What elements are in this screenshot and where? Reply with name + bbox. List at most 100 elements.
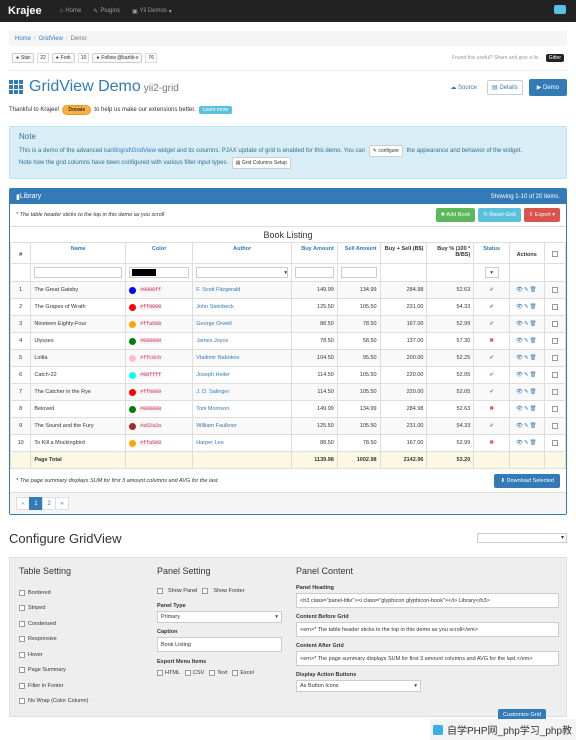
github-follow-button[interactable]: ● Follow @kartik-v <box>92 53 143 63</box>
brand-logo[interactable]: Krajee <box>8 5 42 17</box>
view-icon[interactable]: 👁 <box>516 423 524 429</box>
author-link[interactable]: George Orwell <box>196 321 231 327</box>
filter-status-select[interactable]: ▾ <box>484 267 499 278</box>
author-link[interactable]: John Steinbeck <box>196 304 234 310</box>
export-checkbox[interactable] <box>184 670 191 676</box>
delete-icon[interactable]: 🗑 <box>530 287 538 293</box>
view-icon[interactable]: 👁 <box>516 355 524 361</box>
author-link[interactable]: Vladimir Nabokov <box>196 355 239 361</box>
view-icon[interactable]: 👁 <box>516 287 524 293</box>
github-star-button[interactable]: ● Star <box>12 53 35 63</box>
page-next[interactable]: » <box>55 497 69 510</box>
row-checkbox[interactable] <box>551 422 558 429</box>
author-link[interactable]: Harper Lee <box>196 440 224 446</box>
delete-icon[interactable]: 🗑 <box>530 440 538 446</box>
breadcrumb-home[interactable]: Home <box>15 36 31 42</box>
view-icon[interactable]: 👁 <box>516 440 524 446</box>
gitter-button[interactable]: Gitter <box>545 54 564 62</box>
table-setting-option[interactable]: Hover <box>19 647 157 663</box>
show-footer-checkbox[interactable] <box>202 588 209 594</box>
row-checkbox[interactable] <box>551 303 558 310</box>
view-icon[interactable]: 👁 <box>516 338 524 344</box>
col-status[interactable]: Status <box>473 242 510 264</box>
col-author[interactable]: Author <box>192 242 293 264</box>
row-checkbox[interactable] <box>551 405 558 412</box>
page-prev[interactable]: « <box>16 497 30 510</box>
col-color[interactable]: Color <box>125 242 194 264</box>
filter-author-select[interactable]: ▾ <box>196 267 289 278</box>
select-all-checkbox[interactable] <box>551 251 558 258</box>
nav-plugins[interactable]: ✎ Plugins <box>93 8 120 15</box>
gridview-link[interactable]: kartik\grid\GridView <box>104 148 156 154</box>
view-icon[interactable]: 👁 <box>516 304 524 310</box>
add-book-button[interactable]: ✚ Add Book <box>435 208 476 222</box>
filter-sell-input[interactable] <box>340 267 377 278</box>
delete-icon[interactable]: 🗑 <box>530 372 538 378</box>
setting-checkbox[interactable] <box>19 667 25 674</box>
delete-icon[interactable]: 🗑 <box>530 423 538 429</box>
setting-checkbox[interactable] <box>19 589 25 596</box>
view-icon[interactable]: 👁 <box>516 406 524 412</box>
source-button[interactable]: ☁ Source <box>446 81 481 94</box>
chat-icon[interactable] <box>554 5 566 14</box>
export-option[interactable]: Excel <box>232 670 254 676</box>
configure-button[interactable]: ✎ configure <box>368 145 403 157</box>
author-link[interactable]: James Joyce <box>196 338 228 344</box>
grid-columns-setup-button[interactable]: ▤ Grid Columns Setup <box>231 157 291 169</box>
setting-checkbox[interactable] <box>19 651 25 658</box>
author-link[interactable]: J. D. Salinger <box>196 389 229 395</box>
row-checkbox[interactable] <box>551 439 558 446</box>
download-selected-button[interactable]: ⬇ Download Selected <box>494 473 560 488</box>
setting-checkbox[interactable] <box>19 605 25 612</box>
breadcrumb-gridview[interactable]: GridView <box>39 36 63 42</box>
row-checkbox[interactable] <box>551 388 558 395</box>
row-checkbox[interactable] <box>551 320 558 327</box>
details-button[interactable]: ▤ Details <box>487 79 523 95</box>
configure-select[interactable] <box>477 533 567 543</box>
page-2[interactable]: 2 <box>42 497 56 510</box>
table-setting-option[interactable]: Filter in Footer <box>19 678 157 694</box>
export-checkbox[interactable] <box>232 670 239 676</box>
setting-checkbox[interactable] <box>19 636 25 643</box>
before-grid-input[interactable]: <em>* The table header sticks to the top… <box>296 622 559 637</box>
row-checkbox[interactable] <box>551 286 558 293</box>
col-buy[interactable]: Buy Amount <box>291 242 338 264</box>
after-grid-input[interactable]: <em>* The page summary displays SUM for … <box>296 651 559 666</box>
export-checkbox[interactable] <box>209 670 216 676</box>
panel-type-select[interactable]: Primary <box>157 611 282 623</box>
col-sell[interactable]: Sell Amount <box>336 242 381 264</box>
filter-color-input[interactable] <box>129 267 190 278</box>
show-panel-checkbox[interactable] <box>157 588 163 594</box>
row-checkbox[interactable] <box>551 337 558 344</box>
delete-icon[interactable]: 🗑 <box>530 406 538 412</box>
row-checkbox[interactable] <box>551 371 558 378</box>
delete-icon[interactable]: 🗑 <box>530 321 538 327</box>
delete-icon[interactable]: 🗑 <box>530 389 538 395</box>
panel-heading-input[interactable]: <h3 class="panel-title"><i class="glyphi… <box>296 593 559 608</box>
table-setting-option[interactable]: Condensed <box>19 616 157 632</box>
export-checkbox[interactable] <box>157 670 163 676</box>
setting-checkbox[interactable] <box>19 620 25 627</box>
row-checkbox[interactable] <box>551 354 558 361</box>
page-1[interactable]: 1 <box>29 497 43 510</box>
nav-yii-demos[interactable]: ▣ Yii Demos ▾ <box>132 8 172 15</box>
view-icon[interactable]: 👁 <box>516 389 524 395</box>
export-option[interactable]: CSV <box>184 670 204 676</box>
author-link[interactable]: Toni Morrison <box>196 406 229 412</box>
caption-input[interactable]: Book Listing <box>157 637 282 652</box>
author-link[interactable]: Joseph Heller <box>196 372 230 378</box>
table-setting-option[interactable]: No Wrap (Color Column) <box>19 694 157 710</box>
reset-grid-button[interactable]: ↻ Reset Grid <box>478 208 521 222</box>
export-option[interactable]: HTML <box>157 670 180 676</box>
view-icon[interactable]: 👁 <box>516 372 524 378</box>
export-option[interactable]: Text <box>209 670 227 676</box>
delete-icon[interactable]: 🗑 <box>530 304 538 310</box>
table-setting-option[interactable]: Responsive <box>19 632 157 648</box>
filter-name-input[interactable] <box>34 267 123 278</box>
export-button[interactable]: ⇪ Export ▾ <box>523 208 560 222</box>
delete-icon[interactable]: 🗑 <box>530 355 538 361</box>
view-icon[interactable]: 👁 <box>516 321 524 327</box>
table-setting-option[interactable]: Bordered <box>19 585 157 601</box>
delete-icon[interactable]: 🗑 <box>530 338 538 344</box>
filter-buy-input[interactable] <box>295 267 334 278</box>
